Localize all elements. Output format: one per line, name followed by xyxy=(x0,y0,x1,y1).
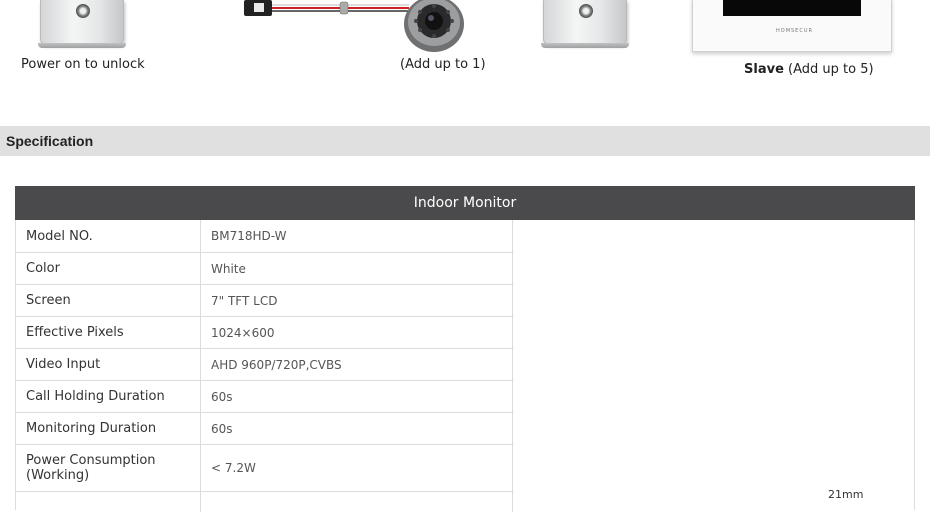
spec-value: 1024×600 xyxy=(201,317,513,348)
section-title: Specification xyxy=(6,133,94,149)
spec-value: BM718HD-W xyxy=(201,220,513,252)
camera-caption: (Add up to 1) xyxy=(400,57,486,72)
table-row: Effective Pixels 1024×600 xyxy=(16,317,514,349)
spec-value: 60s xyxy=(201,381,513,412)
camera-image xyxy=(244,0,474,56)
spec-value: AHD 960P/720P,CVBS xyxy=(201,349,513,380)
specification-section-header: Specification xyxy=(0,126,930,156)
camera-icon xyxy=(244,0,464,52)
monitor-brand-logo: HOMSECUR xyxy=(776,28,813,34)
monitor-caption-bold: Slave xyxy=(744,62,784,77)
table-row: Color White xyxy=(16,253,514,285)
spec-value: 60s xyxy=(201,413,513,444)
slave-monitor-image: HOMSECUR xyxy=(692,0,892,52)
spec-label: Color xyxy=(16,253,201,284)
monitor-caption: Slave (Add up to 5) xyxy=(744,62,874,77)
spec-label: Call Holding Duration xyxy=(16,381,201,412)
table-row: Screen 7" TFT LCD xyxy=(16,285,514,317)
table-row: Video Input AHD 960P/720P,CVBS xyxy=(16,349,514,381)
spec-table-header: Indoor Monitor xyxy=(15,186,915,220)
table-row: Model NO. BM718HD-W xyxy=(16,220,514,253)
product-gallery: Power on to unlock (Add up to 1) HOMSECU… xyxy=(0,0,930,110)
table-row: Power Consumption (Working) < 7.2W xyxy=(16,445,514,492)
spec-rows: Model NO. BM718HD-W Color White Screen 7… xyxy=(16,220,514,512)
spec-label xyxy=(16,492,201,512)
spec-value: White xyxy=(201,253,513,284)
table-row: Monitoring Duration 60s xyxy=(16,413,514,445)
spec-label: Power Consumption (Working) xyxy=(16,445,201,491)
spec-value xyxy=(201,492,513,512)
electric-lock-image xyxy=(38,0,126,48)
spec-table: Model NO. BM718HD-W Color White Screen 7… xyxy=(15,220,915,512)
electric-lock-image xyxy=(541,0,629,48)
spec-value: < 7.2W xyxy=(201,445,513,491)
product-dimension-image: 21mm xyxy=(514,220,914,510)
table-row xyxy=(16,492,514,512)
spec-label: Video Input xyxy=(16,349,201,380)
spec-label: Monitoring Duration xyxy=(16,413,201,444)
spec-label: Effective Pixels xyxy=(16,317,201,348)
spec-label: Screen xyxy=(16,285,201,316)
table-row: Call Holding Duration 60s xyxy=(16,381,514,413)
dimension-label: 21mm xyxy=(828,488,864,501)
lock-caption: Power on to unlock xyxy=(21,57,145,72)
monitor-caption-text: (Add up to 5) xyxy=(783,62,874,77)
spec-label: Model NO. xyxy=(16,220,201,252)
spec-value: 7" TFT LCD xyxy=(201,285,513,316)
